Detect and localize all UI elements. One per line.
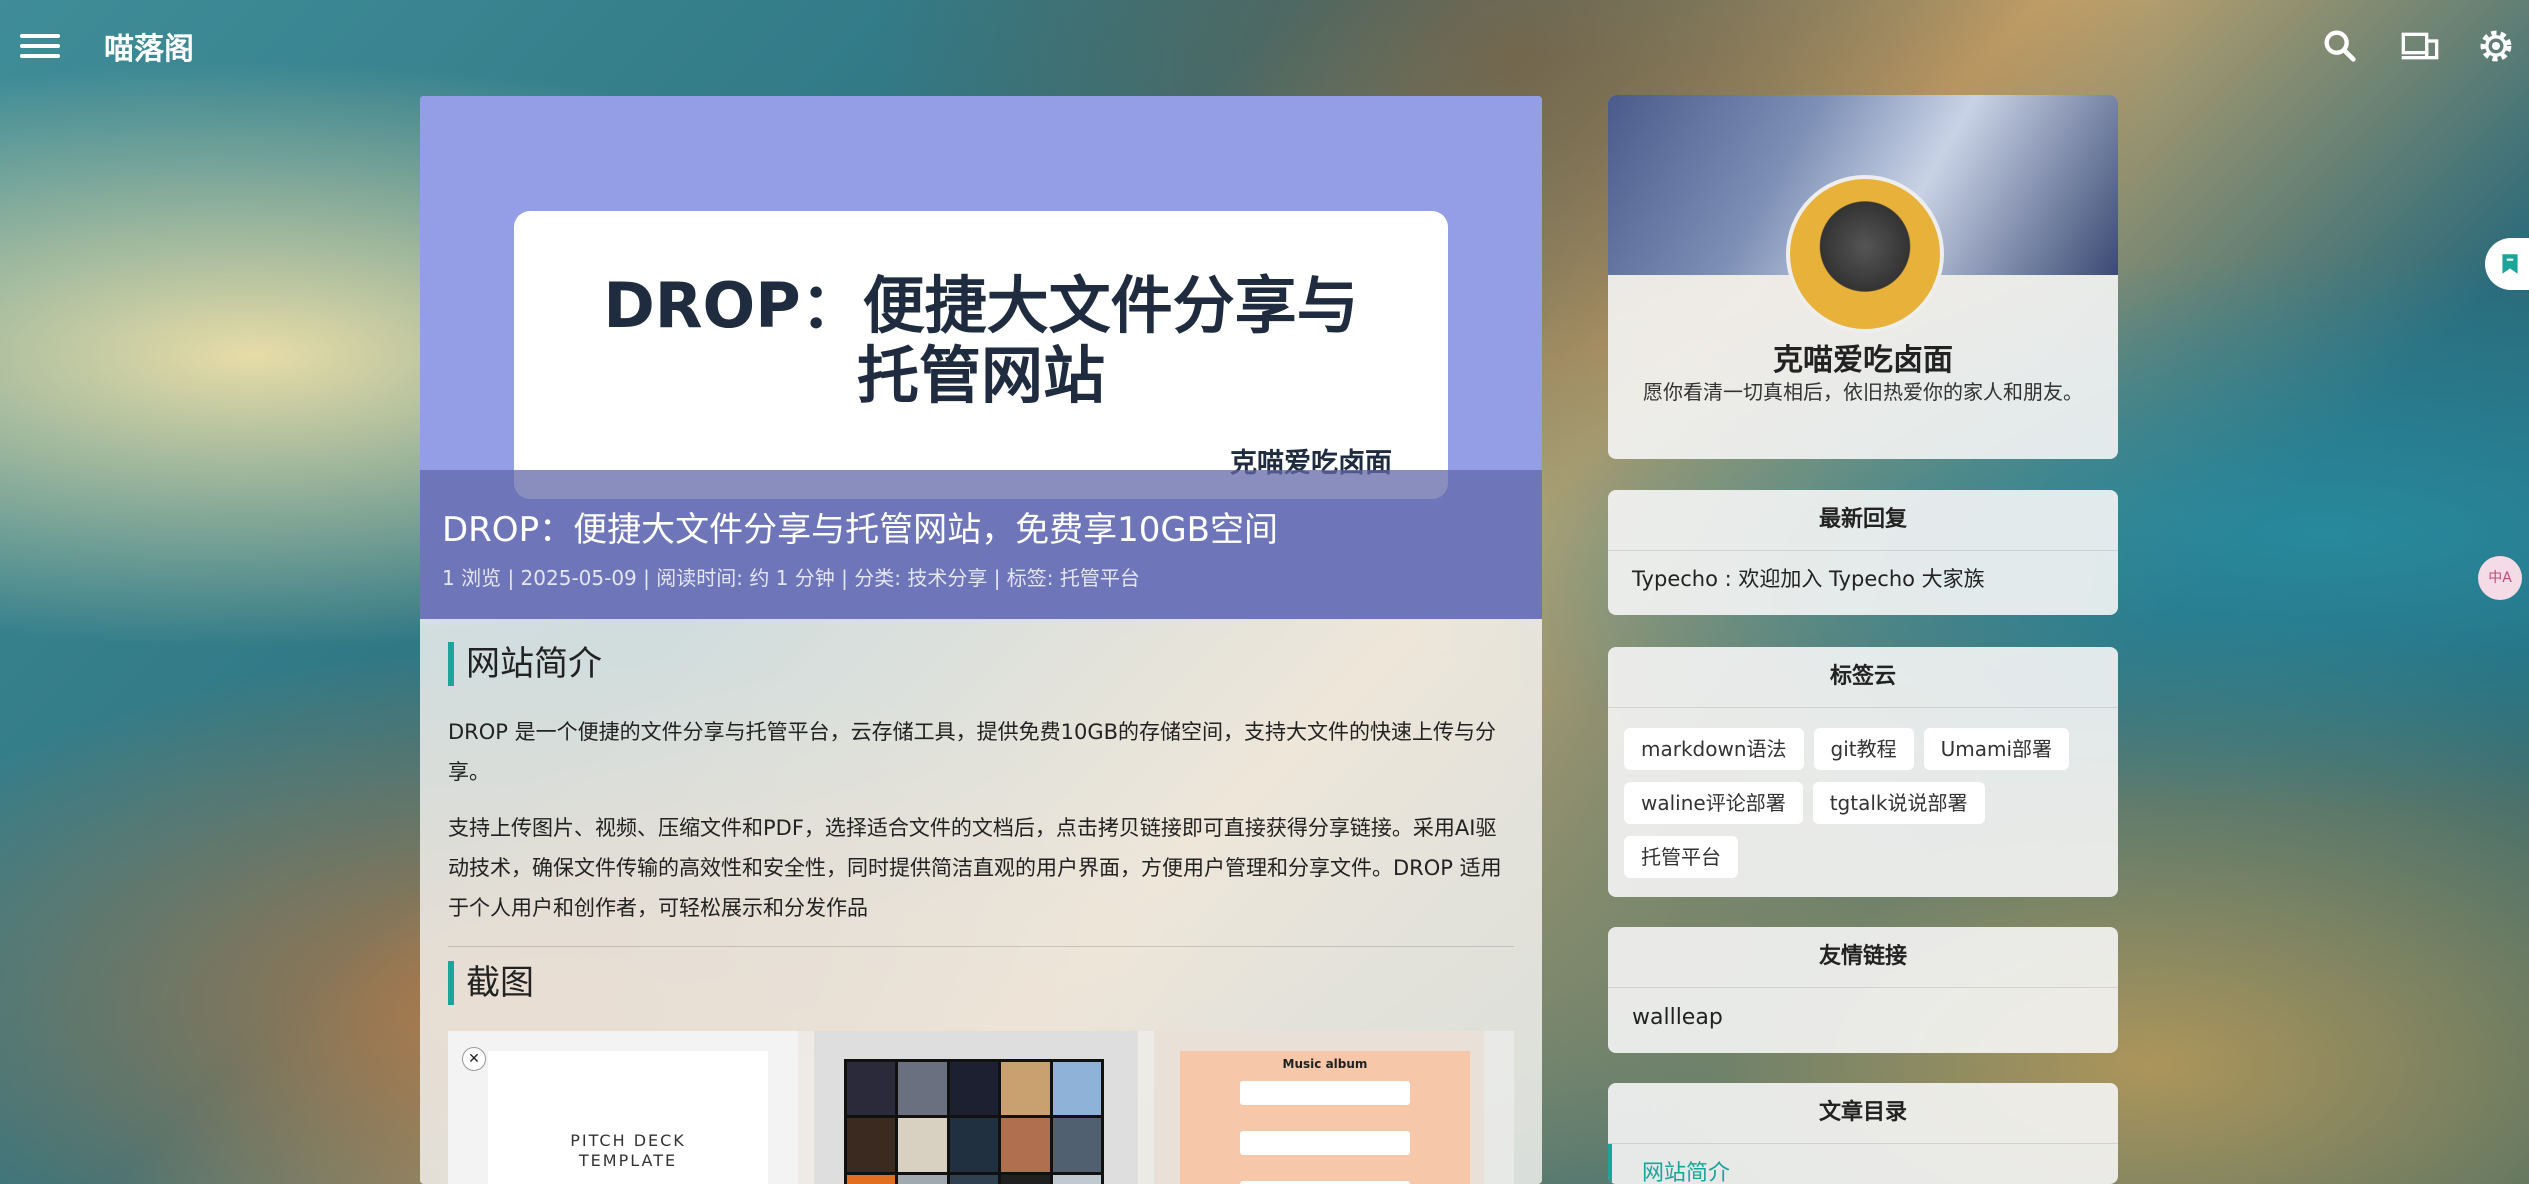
- close-icon[interactable]: ✕: [462, 1047, 486, 1071]
- site-title[interactable]: 喵落阁: [104, 24, 194, 68]
- tag-git[interactable]: git教程: [1813, 728, 1914, 770]
- article-card: DROP：便捷大文件分享与 托管网站 克喵爱吃卤面 DROP：便捷大文件分享与托…: [420, 96, 1542, 1184]
- meta-category[interactable]: 分类: 技术分享: [854, 566, 987, 590]
- cover-heading-line1: DROP：便捷大文件分享与: [603, 269, 1359, 342]
- pitch-line2: TEMPLATE: [578, 1151, 678, 1170]
- album-card: [1330, 1081, 1410, 1105]
- cover-heading: DROP：便捷大文件分享与 托管网站: [514, 271, 1448, 411]
- screenshot-1[interactable]: PITCH DECK TEMPLATE ✕: [448, 1031, 798, 1184]
- widget-title: 最新回复: [1608, 490, 2118, 551]
- pitch-deck-preview: PITCH DECK TEMPLATE: [488, 1051, 768, 1184]
- title-overlay: DROP：便捷大文件分享与托管网站，免费享10GB空间 1 浏览 | 2025-…: [420, 470, 1542, 619]
- meta-views: 1 浏览: [442, 566, 502, 590]
- friend-links-widget: 友情链接 wallleap: [1608, 927, 2118, 1053]
- music-album-title: Music album: [1282, 1057, 1368, 1071]
- recent-replies-widget: 最新回复 Typecho : 欢迎加入 Typecho 大家族: [1608, 490, 2118, 615]
- pitch-line1: PITCH DECK: [570, 1131, 686, 1150]
- meta-separator: |: [987, 566, 1007, 590]
- screenshot-gallery: PITCH DECK TEMPLATE ✕ Music album: [448, 1031, 1514, 1184]
- widget-title: 友情链接: [1608, 927, 2118, 988]
- meta-read-time: 阅读时间: 约 1 分钟: [656, 566, 835, 590]
- article-cover[interactable]: DROP：便捷大文件分享与 托管网站 克喵爱吃卤面 DROP：便捷大文件分享与托…: [420, 96, 1542, 619]
- meta-separator: |: [636, 566, 657, 590]
- meta-tags[interactable]: 标签: 托管平台: [1007, 566, 1140, 590]
- paragraph: DROP 是一个便捷的文件分享与托管平台，云存储工具，提供免费10GB的存储空间…: [448, 720, 1497, 784]
- author-name: 克喵爱吃卤面: [1773, 343, 1953, 378]
- meta-separator: |: [834, 566, 855, 590]
- author-bio: 愿你看清一切真相后，依旧热爱你的家人和朋友。: [1643, 380, 2083, 404]
- post-meta: 1 浏览 | 2025-05-09 | 阅读时间: 约 1 分钟 | 分类: 技…: [442, 562, 1140, 591]
- tag-umami[interactable]: Umami部署: [1923, 728, 2070, 770]
- tag-hosting[interactable]: 托管平台: [1624, 836, 1738, 878]
- top-bar: 喵落阁: [0, 0, 2529, 92]
- cover-image: DROP：便捷大文件分享与 托管网站 克喵爱吃卤面: [514, 211, 1448, 499]
- pitch-deck-label: PITCH DECK TEMPLATE: [488, 1131, 768, 1171]
- cover-heading-line2: 托管网站: [856, 339, 1105, 412]
- screenshot-2[interactable]: [814, 1031, 1138, 1184]
- widget-title: 文章目录: [1608, 1083, 2118, 1144]
- author-card: 克喵爱吃卤面 愿你看清一切真相后，依旧热爱你的家人和朋友。: [1608, 95, 2118, 459]
- toc-item[interactable]: 网站简介: [1608, 1144, 2118, 1184]
- search-icon[interactable]: [2320, 26, 2360, 66]
- devices-icon[interactable]: [2400, 26, 2440, 66]
- tag-list: markdown语法 git教程 Umami部署 waline评论部署 tgtalk说说…: [1608, 708, 2118, 890]
- section-heading: 网站简介: [448, 642, 1514, 686]
- meta-date: 2025-05-09: [520, 566, 637, 590]
- music-album-preview: Music album: [1180, 1051, 1470, 1184]
- friend-link[interactable]: wallleap: [1608, 988, 2118, 1048]
- post-title: DROP：便捷大文件分享与托管网站，免费享10GB空间: [442, 510, 1279, 550]
- tag-cloud-widget: 标签云 markdown语法 git教程 Umami部署 waline评论部署 tgta…: [1608, 647, 2118, 897]
- divider: [448, 946, 1514, 947]
- tag-markdown[interactable]: markdown语法: [1624, 728, 1804, 770]
- tag-tgtalk[interactable]: tgtalk说说部署: [1812, 782, 1985, 824]
- gear-icon[interactable]: [2476, 26, 2516, 66]
- bookmark-icon[interactable]: [2485, 238, 2529, 290]
- meta-separator: |: [501, 566, 521, 590]
- tag-waline[interactable]: waline评论部署: [1624, 782, 1803, 824]
- article-content: 网站简介 DROP 是一个便捷的文件分享与托管平台，云存储工具，提供免费10GB…: [448, 642, 1514, 1184]
- menu-icon[interactable]: [20, 28, 60, 64]
- recent-reply-item[interactable]: Typecho : 欢迎加入 Typecho 大家族: [1608, 551, 2118, 607]
- toc-widget: 文章目录 网站简介: [1608, 1083, 2118, 1184]
- album-card: [1330, 1131, 1410, 1155]
- photo-grid: [844, 1059, 1104, 1184]
- widget-title: 标签云: [1608, 647, 2118, 708]
- paragraph: 支持上传图片、视频、压缩文件和PDF，选择适合文件的文档后，点击拷贝链接即可直接…: [448, 816, 1502, 920]
- translate-icon[interactable]: 中A: [2478, 556, 2522, 600]
- avatar[interactable]: [1786, 175, 1944, 333]
- section-heading: 截图: [448, 961, 1514, 1005]
- screenshot-3[interactable]: Music album: [1154, 1031, 1484, 1184]
